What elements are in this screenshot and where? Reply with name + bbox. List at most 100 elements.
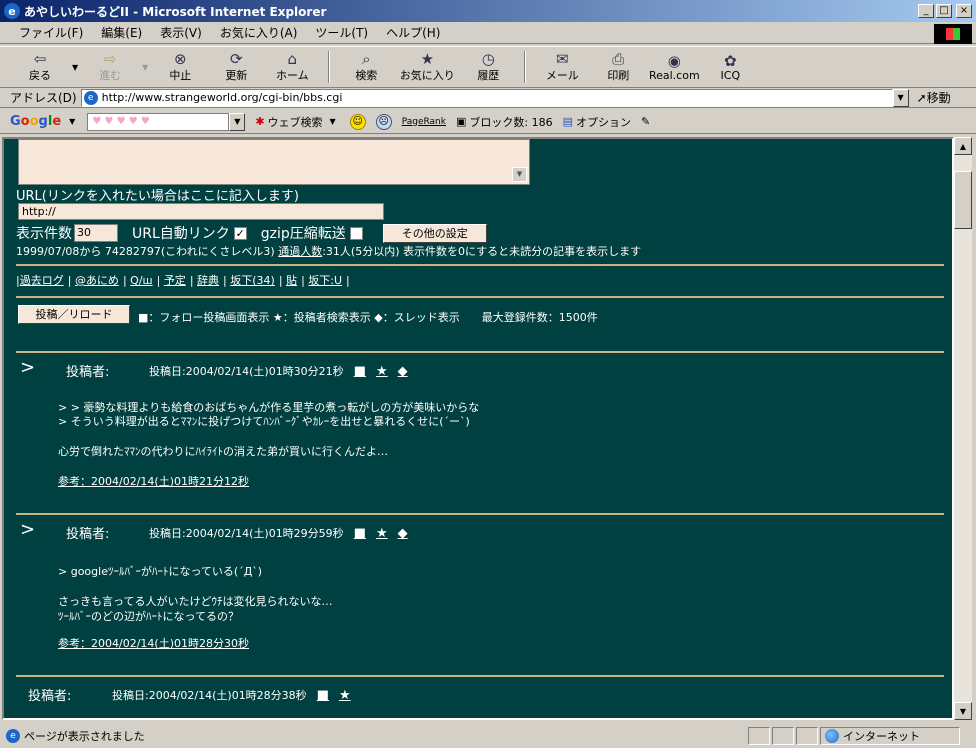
google-search-input[interactable]: ♥ ♥ ♥ ♥ ♥	[87, 112, 230, 131]
google-search-dropdown-icon[interactable]: ▼	[229, 112, 246, 131]
google-menu-dropdown-icon[interactable]: ▼	[69, 117, 75, 126]
divider	[16, 264, 944, 266]
url-input[interactable]: http://	[18, 203, 384, 220]
internet-globe-icon	[825, 729, 839, 743]
scroll-up-icon[interactable]: ▲	[954, 137, 972, 155]
google-logo[interactable]: Google	[10, 114, 61, 129]
link-dictionary[interactable]: 辞典	[197, 274, 219, 287]
maximize-button[interactable]: □	[936, 4, 952, 18]
magnifier-icon: ✱	[255, 115, 265, 128]
forward-dropdown-icon[interactable]: ▼	[142, 63, 148, 72]
vote-sad-button[interactable]: ☹	[375, 113, 392, 130]
post-1-author-label: 投稿者:	[66, 365, 110, 380]
link-schedule[interactable]: 予定	[164, 274, 186, 287]
printer-icon: ⎙	[612, 50, 625, 68]
auto-link-label: URL自動リンク	[132, 226, 230, 242]
menu-help[interactable]: ヘルプ(H)	[377, 24, 449, 41]
follow-post-button[interactable]: ■	[354, 364, 366, 379]
highlight-button[interactable]: ✎	[641, 115, 650, 128]
security-zone: インターネット	[820, 727, 960, 745]
url-label: URL(リンクを入れたい場合はここに記入します)	[16, 189, 299, 204]
close-button[interactable]: ×	[956, 4, 972, 18]
author-search-button[interactable]: ★	[376, 364, 388, 379]
post-1-header: 投稿日:2004/02/14(土)01時30分21秒 ■ ★ ◆	[149, 363, 408, 379]
nav-links: |過去ログ | @あにめ | Q/ш | 予定 | 辞典 | 坂下(34) | 貼 | 坂下:…	[16, 274, 350, 287]
icq-button[interactable]: ✿ ICQ	[702, 48, 758, 86]
other-settings-button[interactable]: その他の設定	[382, 223, 487, 243]
go-button[interactable]: ➚移動	[917, 89, 951, 106]
icq-flower-icon: ✿	[724, 51, 737, 70]
refresh-button[interactable]: ⟳ 更新	[208, 48, 264, 86]
ie-icon: e	[4, 3, 20, 19]
follow-post-button[interactable]: ■	[317, 688, 329, 703]
link-paste[interactable]: 貼	[286, 274, 297, 287]
back-button[interactable]: ⇦ 戻る	[12, 48, 68, 86]
link-anime[interactable]: @あにめ	[75, 274, 119, 287]
thread-view-button[interactable]: ◆	[398, 364, 408, 379]
home-button[interactable]: ⌂ ホーム	[264, 48, 320, 86]
smiley-happy-icon: ☺	[349, 113, 366, 130]
address-label: アドレス(D)	[10, 91, 77, 105]
minimize-button[interactable]: _	[918, 4, 934, 18]
toolbar-separator	[524, 51, 527, 83]
author-search-button[interactable]: ★	[339, 688, 351, 703]
menu-file[interactable]: ファイル(F)	[10, 24, 92, 41]
scroll-thumb[interactable]	[954, 171, 972, 229]
gzip-label: gzip圧縮転送	[260, 226, 346, 242]
status-cell	[748, 727, 770, 745]
address-url: http://www.strangeworld.org/cgi-bin/bbs.…	[101, 91, 343, 104]
history-button[interactable]: ◷ 履歴	[460, 48, 516, 86]
stats-line: 1999/07/08から 74282797(こわれにくさレベル3) 通過人数:3…	[16, 245, 642, 258]
post-1-ref-link[interactable]: 参考：2004/02/14(土)01時21分12秒	[58, 473, 249, 489]
gzip-checkbox[interactable]	[349, 226, 363, 240]
page-icon: e	[83, 90, 98, 105]
window-title: あやしいわーるどII - Microsoft Internet Explorer	[24, 4, 327, 19]
post-2-header: 投稿日:2004/02/14(土)01時29分59秒 ■ ★ ◆	[149, 525, 408, 541]
popup-blocker-button[interactable]: ▣ ブロック数: 186	[456, 114, 553, 130]
message-textarea[interactable]: ▼	[18, 139, 530, 185]
windows-logo-icon	[934, 24, 972, 44]
favorites-icon: ★	[420, 50, 435, 68]
stop-button[interactable]: ⊗ 中止	[152, 48, 208, 86]
realcom-button[interactable]: ◉ Real.com	[646, 48, 702, 86]
link-q[interactable]: Q/ш	[130, 274, 152, 287]
forward-button[interactable]: ⇨ 進む	[82, 48, 138, 86]
count-input[interactable]: 30	[74, 224, 118, 242]
visitors-link[interactable]: 通過人数	[278, 245, 322, 258]
menu-bar: ファイル(F) 編集(E) 表示(V) お気に入り(A) ツール(T) ヘルプ(…	[0, 22, 976, 44]
link-sakashita-34[interactable]: 坂下(34)	[230, 274, 275, 287]
back-dropdown-icon[interactable]: ▼	[72, 63, 78, 72]
vertical-scrollbar[interactable]: ▲ ▼	[954, 137, 972, 720]
address-input[interactable]: e http://www.strangeworld.org/cgi-bin/bb…	[80, 88, 893, 107]
menu-edit[interactable]: 編集(E)	[92, 24, 151, 41]
author-search-button[interactable]: ★	[376, 526, 388, 541]
web-search-button[interactable]: ✱ ウェブ検索 ▼	[255, 114, 339, 130]
menu-favorites[interactable]: お気に入り(A)	[211, 24, 307, 41]
mail-button[interactable]: ✉ メール	[534, 48, 590, 86]
favorites-button[interactable]: ★ お気に入り	[394, 48, 460, 86]
link-sakashita-u[interactable]: 坂下:U	[308, 274, 342, 287]
address-dropdown-icon[interactable]: ▼	[892, 88, 909, 107]
post-3-author-label: 投稿者:	[28, 689, 72, 704]
web-search-dropdown-icon[interactable]: ▼	[330, 117, 336, 126]
google-options-button[interactable]: ▤ オプション	[563, 114, 631, 130]
menu-tools[interactable]: ツール(T)	[306, 24, 377, 41]
print-button[interactable]: ⎙ 印刷	[590, 48, 646, 86]
link-past-logs[interactable]: 過去ログ	[20, 274, 64, 287]
auto-link-checkbox[interactable]: ✓	[233, 226, 247, 240]
thread-view-button[interactable]: ◆	[398, 526, 408, 541]
search-button[interactable]: ⌕ 検索	[338, 48, 394, 86]
status-bar: e ページが表示されました インターネット	[0, 724, 976, 748]
search-icon: ⌕	[362, 50, 371, 68]
textarea-scroll-down-icon[interactable]: ▼	[512, 167, 527, 182]
divider	[16, 675, 944, 677]
back-arrow-icon: ⇦	[33, 50, 47, 68]
options-icon: ▤	[562, 115, 573, 128]
follow-post-button[interactable]: ■	[354, 526, 366, 541]
post-2-body: > googleﾂｰﾙﾊﾞｰがﾊｰﾄになっている(´Д`) さっきも言ってる人が…	[58, 565, 333, 623]
scroll-down-icon[interactable]: ▼	[954, 702, 972, 720]
menu-view[interactable]: 表示(V)	[151, 24, 211, 41]
post-reload-button[interactable]: 投稿／リロード	[18, 305, 130, 324]
vote-happy-button[interactable]: ☺	[349, 113, 366, 130]
post-2-ref-link[interactable]: 参考：2004/02/14(土)01時28分30秒	[58, 635, 249, 651]
